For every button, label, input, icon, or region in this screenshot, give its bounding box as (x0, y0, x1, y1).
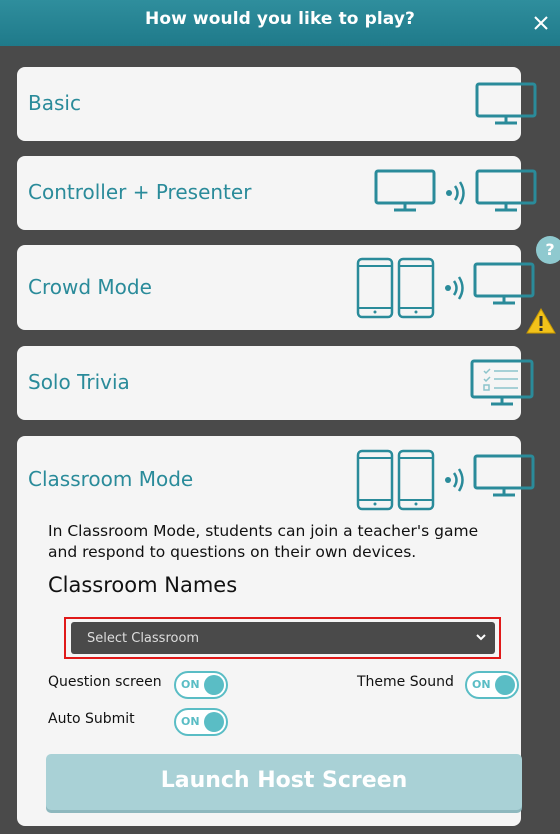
phone-icon (397, 449, 435, 511)
warning-icon (526, 308, 556, 334)
classroom-select[interactable]: Select Classroom (71, 622, 495, 654)
question-screen-toggle[interactable]: ON (174, 671, 228, 699)
wireless-icon (445, 276, 464, 300)
mode-solo-trivia-label: Solo Trivia (28, 370, 130, 394)
close-button[interactable] (522, 4, 560, 42)
monitor-icon (475, 82, 537, 125)
phone-icon (397, 257, 435, 319)
close-icon (534, 16, 548, 30)
help-button[interactable]: ? (536, 236, 560, 264)
mode-crowd-card[interactable]: Crowd Mode (17, 245, 535, 330)
mode-solo-trivia-card[interactable]: Solo Trivia (17, 346, 534, 420)
monitor-icon (475, 169, 537, 212)
mode-controller-presenter-label: Controller + Presenter (28, 180, 252, 204)
monitor-icon (473, 454, 535, 497)
auto-submit-label: Auto Submit (48, 711, 135, 727)
mode-controller-presenter-card[interactable]: Controller + Presenter (17, 156, 537, 230)
theme-sound-label: Theme Sound (357, 674, 454, 690)
classroom-description-line: In Classroom Mode, students can join a t… (48, 522, 479, 540)
wireless-icon (446, 181, 465, 205)
classroom-names-title: Classroom Names (48, 573, 238, 597)
toggle-knob (204, 712, 224, 732)
dialog-title: How would you like to play? (145, 9, 415, 29)
question-screen-label: Question screen (48, 674, 162, 690)
classroom-description-line: and respond to questions on their own de… (48, 543, 417, 561)
question-screen-toggle-text: ON (181, 678, 200, 691)
toggle-knob (495, 675, 515, 695)
mode-classroom-label: Classroom Mode (28, 467, 194, 491)
mode-basic-label: Basic (28, 91, 81, 115)
phone-icon (356, 257, 394, 319)
chevron-down-icon (476, 634, 486, 641)
classroom-select-value: Select Classroom (87, 631, 200, 646)
theme-sound-toggle-text: ON (472, 678, 491, 691)
monitor-icon (374, 169, 436, 212)
wireless-icon (445, 468, 464, 492)
dialog-header: How would you like to play? (0, 0, 560, 46)
launch-host-screen-button[interactable]: Launch Host Screen (46, 754, 522, 810)
phone-icon (356, 449, 394, 511)
auto-submit-toggle[interactable]: ON (174, 708, 228, 736)
theme-sound-toggle[interactable]: ON (465, 671, 519, 699)
monitor-icon (473, 262, 535, 305)
mode-basic-card[interactable]: Basic (17, 67, 537, 141)
auto-submit-toggle-text: ON (181, 715, 200, 728)
classroom-description: In Classroom Mode, students can join a t… (48, 521, 518, 563)
toggle-knob (204, 675, 224, 695)
mode-crowd-label: Crowd Mode (28, 275, 152, 299)
checklist-monitor-icon (470, 359, 534, 406)
